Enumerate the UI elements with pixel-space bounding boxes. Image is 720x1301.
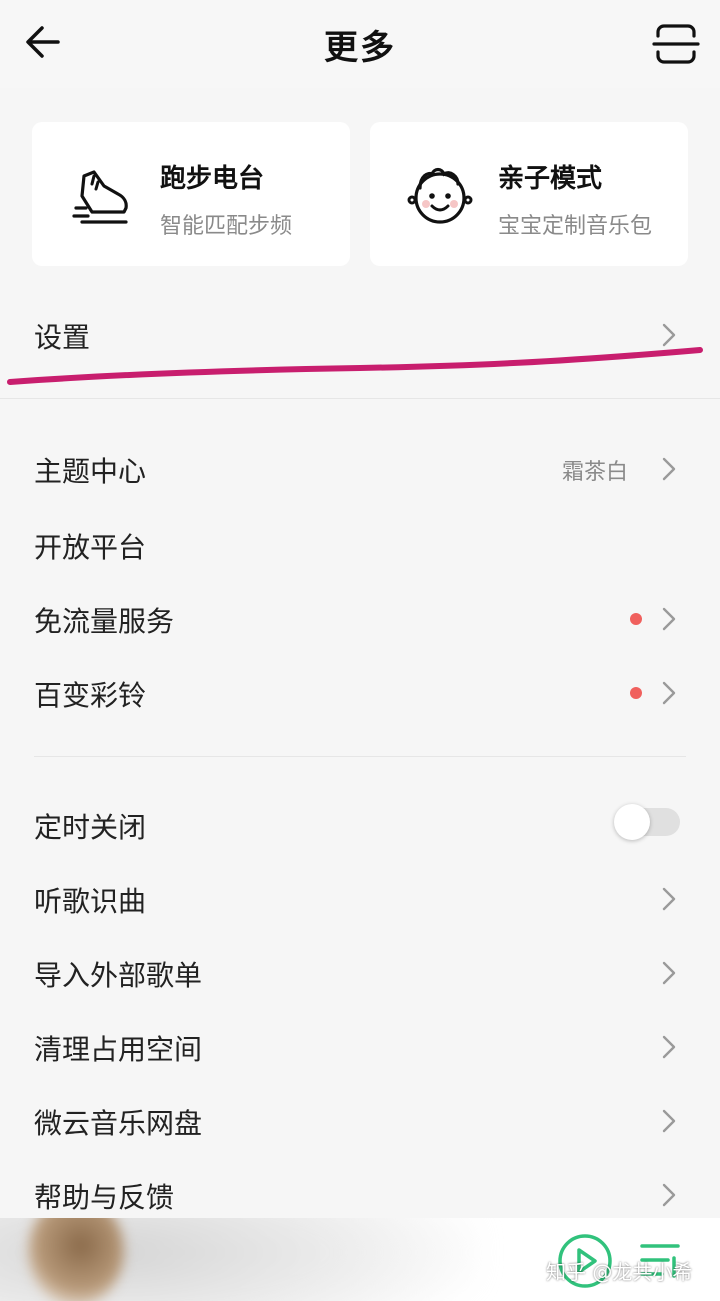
chevron-right-icon <box>662 887 676 911</box>
chevron-right-icon <box>662 457 676 481</box>
scan-icon[interactable] <box>650 18 702 70</box>
song-recognition-row[interactable]: 听歌识曲 <box>0 862 720 936</box>
clear-storage-row[interactable]: 清理占用空间 <box>0 1010 720 1084</box>
watermark-text: 知乎 @龙共小希 <box>546 1260 693 1284</box>
chevron-right-icon <box>662 1109 676 1133</box>
notification-dot <box>630 687 642 699</box>
clear-storage-label: 清理占用空间 <box>34 1033 203 1066</box>
chevron-right-icon <box>662 607 676 631</box>
notification-dot <box>630 613 642 625</box>
card-title: 跑步电台 <box>160 164 265 194</box>
kids-mode-card[interactable]: 亲子模式 宝宝定制音乐包 <box>370 122 688 266</box>
section-divider <box>34 756 686 757</box>
running-radio-card[interactable]: 跑步电台 智能匹配步频 <box>32 122 350 266</box>
card-subtitle: 智能匹配步频 <box>160 214 293 239</box>
song-recognition-label: 听歌识曲 <box>34 885 147 918</box>
ringtone-row[interactable]: 百变彩铃 <box>0 656 720 730</box>
data-free-service-row[interactable]: 免流量服务 <box>0 582 720 656</box>
import-playlist-row[interactable]: 导入外部歌单 <box>0 936 720 1010</box>
album-art[interactable] <box>28 1218 124 1301</box>
sleep-timer-row[interactable]: 定时关闭 <box>0 788 720 862</box>
ringtone-label: 百变彩铃 <box>34 679 147 712</box>
theme-value: 霜茶白 <box>561 460 628 485</box>
chevron-right-icon <box>662 681 676 705</box>
top-bar: 更多 <box>0 0 720 88</box>
theme-center-label: 主题中心 <box>34 455 147 488</box>
running-shoe-icon <box>72 170 128 224</box>
open-platform-row[interactable]: 开放平台 <box>0 508 720 582</box>
sleep-timer-toggle[interactable] <box>614 804 680 840</box>
data-free-service-label: 免流量服务 <box>34 605 175 638</box>
card-title: 亲子模式 <box>498 164 603 194</box>
import-playlist-label: 导入外部歌单 <box>34 959 203 992</box>
baby-face-icon <box>407 167 473 224</box>
cloud-music-drive-row[interactable]: 微云音乐网盘 <box>0 1084 720 1158</box>
sleep-timer-label: 定时关闭 <box>34 811 147 844</box>
card-subtitle: 宝宝定制音乐包 <box>498 214 653 239</box>
help-feedback-label: 帮助与反馈 <box>34 1181 175 1214</box>
theme-center-row[interactable]: 主题中心 霜茶白 <box>0 432 720 506</box>
chevron-right-icon <box>662 1183 676 1207</box>
cloud-music-drive-label: 微云音乐网盘 <box>34 1107 203 1140</box>
section-divider <box>0 398 720 399</box>
page-title: 更多 <box>324 28 396 68</box>
highlight-underline <box>7 347 703 385</box>
chevron-right-icon <box>662 1035 676 1059</box>
open-platform-label: 开放平台 <box>34 531 147 564</box>
chevron-right-icon <box>662 961 676 985</box>
toggle-knob <box>614 804 650 840</box>
